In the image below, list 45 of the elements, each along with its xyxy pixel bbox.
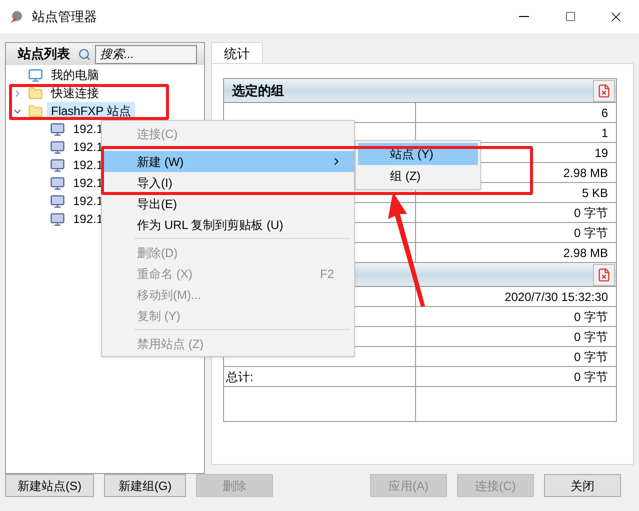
stat-value: 2020/7/30 15:32:30 (504, 288, 608, 306)
stat-value: 6 (601, 104, 608, 122)
stat-value: 0 字节 (574, 348, 608, 366)
tree-item[interactable]: 我的电脑 (47, 66, 103, 84)
clear-button[interactable] (593, 80, 615, 102)
stat-value: 1 (601, 124, 608, 142)
dialog-button[interactable]: 新建组(G) (104, 474, 186, 497)
monitor-icon (50, 158, 65, 172)
window-title: 站点管理器 (32, 8, 97, 26)
menu-item[interactable]: 组 (Z) (358, 165, 478, 187)
stat-value: 0 字节 (574, 224, 608, 242)
search-icon (78, 48, 91, 60)
clear-icon (597, 84, 611, 98)
monitor-icon (50, 140, 65, 154)
monitor-icon (50, 194, 65, 208)
menu-item[interactable]: 导入(I) (137, 175, 342, 190)
tab[interactable]: 统计 (211, 42, 263, 64)
stat-value: 2.98 MB (563, 244, 608, 262)
section-title: 选定的组 (231, 82, 284, 100)
stat-value: 2.98 MB (563, 164, 608, 182)
monitor-icon (50, 212, 65, 226)
monitor-icon (50, 176, 65, 190)
stat-value: 5 KB (582, 184, 608, 202)
monitor-icon (50, 122, 65, 136)
computer-icon (28, 68, 43, 82)
stat-value: 0 字节 (574, 368, 608, 386)
stat-label: 总计: (226, 368, 254, 386)
folder-icon (28, 86, 43, 100)
dialog-button[interactable]: 关闭 (544, 474, 621, 497)
stat-value: 0 字节 (574, 328, 608, 346)
app-icon (8, 8, 24, 24)
tree-item[interactable]: 快速连接 (47, 84, 103, 102)
folder-icon (28, 104, 43, 118)
stat-value: 19 (594, 144, 608, 162)
maximize-icon (564, 11, 576, 22)
search-field[interactable]: 搜索... (95, 44, 197, 64)
stat-value: 0 字节 (574, 308, 608, 326)
minimize-icon (519, 16, 529, 17)
panel-title: 站点列表 (16, 45, 70, 64)
dialog-button[interactable]: 新建站点(S) (5, 474, 94, 497)
menu-item[interactable]: 作为 URL 复制到剪贴板 (U) (137, 217, 342, 232)
clear-button[interactable] (593, 264, 615, 286)
menu-item[interactable]: 导出(E) (137, 196, 342, 211)
stat-value: 0 字节 (574, 204, 608, 222)
clear-icon (597, 268, 611, 282)
